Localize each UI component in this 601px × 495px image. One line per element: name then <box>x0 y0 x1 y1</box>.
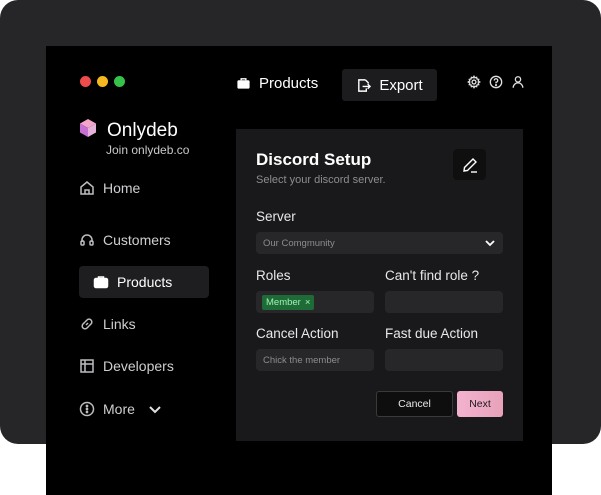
sidebar-item-links[interactable]: Links <box>79 308 136 340</box>
sidebar-item-customers[interactable]: Customers <box>79 224 171 256</box>
cancel-action-input[interactable]: Chick the member <box>256 349 374 371</box>
role-tag-label: Member <box>266 296 301 308</box>
cancel-button[interactable]: Cancel <box>376 391 453 417</box>
fast-due-action-input[interactable] <box>385 349 503 371</box>
headset-icon <box>80 234 94 246</box>
sidebar-item-label: Developers <box>103 358 174 374</box>
edit-button[interactable] <box>453 149 486 180</box>
sidebar-item-more[interactable]: More <box>79 393 163 425</box>
cancel-action-label: Cancel Action <box>256 326 339 341</box>
sidebar-item-label: Products <box>117 274 173 290</box>
fast-due-action-label: Fast due Action <box>385 326 479 341</box>
server-label: Server <box>256 209 296 224</box>
roles-input[interactable]: Member × <box>256 291 374 313</box>
export-icon <box>358 78 372 92</box>
cant-find-role-label: Can't find role ? <box>385 268 480 283</box>
chevron-down-icon <box>485 240 495 247</box>
gear-icon[interactable] <box>467 75 481 89</box>
cancel-action-placeholder: Chick the member <box>263 354 341 366</box>
products-tab-label: Products <box>259 75 319 92</box>
minimize-dot[interactable] <box>97 76 108 87</box>
close-dot[interactable] <box>80 76 91 87</box>
brand: Onlydeb <box>79 118 178 143</box>
brand-logo-icon <box>79 118 97 143</box>
sidebar-item-label: More <box>103 401 135 417</box>
cant-find-role-input[interactable] <box>385 291 503 313</box>
sidebar-item-products[interactable]: Products <box>79 266 209 298</box>
maximize-dot[interactable] <box>114 76 125 87</box>
briefcase-icon <box>93 276 109 289</box>
next-button[interactable]: Next <box>457 391 503 417</box>
grid-icon <box>80 359 94 373</box>
export-button[interactable]: Export <box>342 69 437 101</box>
sidebar-item-label: Links <box>103 316 136 332</box>
export-button-label: Export <box>379 76 423 94</box>
role-tag: Member × <box>262 294 315 310</box>
top-icons <box>467 75 525 89</box>
briefcase-icon <box>237 78 250 89</box>
pencil-icon <box>462 157 477 173</box>
role-tag-remove-icon[interactable]: × <box>305 297 311 308</box>
home-icon <box>80 181 94 195</box>
server-select[interactable]: Our Comgmunity <box>256 232 503 254</box>
server-select-value: Our Comgmunity <box>263 237 335 249</box>
sidebar-item-developers[interactable]: Developers <box>79 350 174 382</box>
brand-url[interactable]: Join onlydeb.co <box>106 143 189 157</box>
brand-name: Onlydeb <box>107 119 178 141</box>
user-icon[interactable] <box>511 75 525 89</box>
link-icon <box>81 318 93 330</box>
sidebar-item-label: Home <box>103 180 141 196</box>
chevron-down-icon <box>149 406 161 414</box>
products-tab[interactable]: Products <box>236 75 318 92</box>
help-icon[interactable] <box>489 75 503 89</box>
card-title: Discord Setup <box>256 150 372 169</box>
card-subtitle: Select your discord server. <box>256 174 386 186</box>
roles-label: Roles <box>256 268 291 283</box>
sidebar-item-home[interactable]: Home <box>79 172 140 204</box>
sidebar-item-label: Customers <box>103 232 171 248</box>
more-icon <box>79 401 95 417</box>
window-controls <box>80 76 125 87</box>
